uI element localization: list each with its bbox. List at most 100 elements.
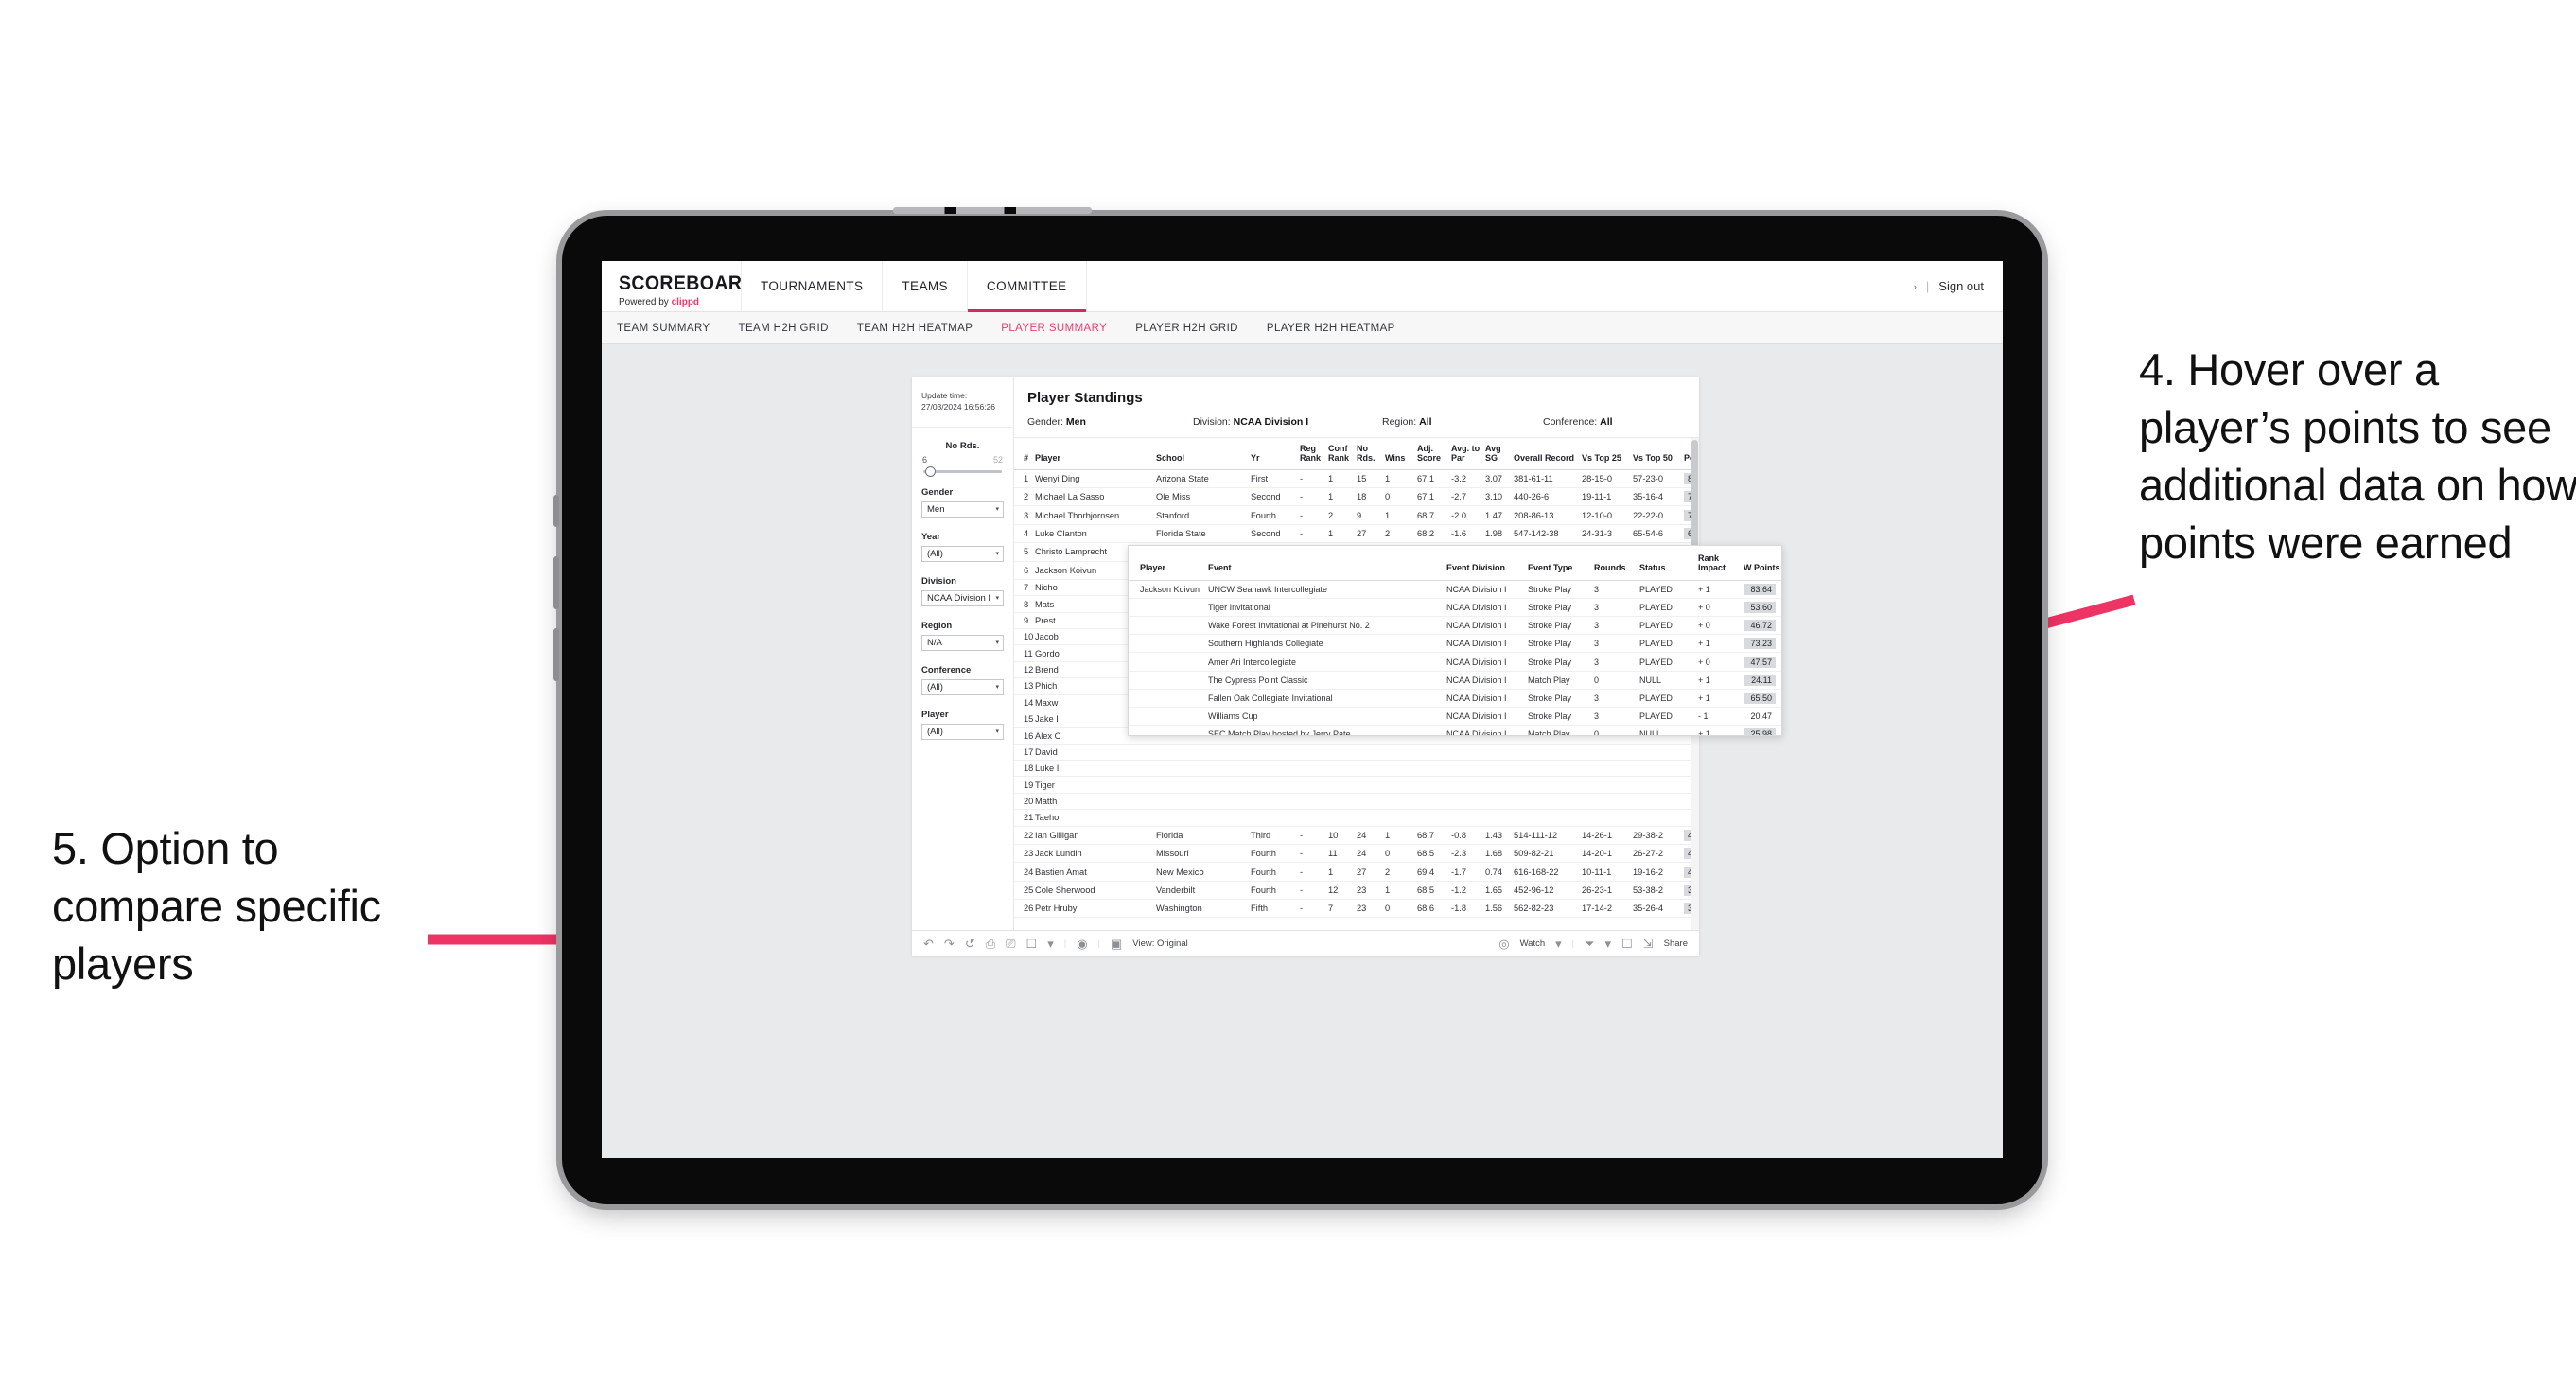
sub-nav-team-h2h-grid[interactable]: TEAM H2H GRID	[739, 323, 829, 334]
filter-conference-select[interactable]: (All) ▾	[921, 678, 1004, 695]
table-row[interactable]: 1 Wenyi Ding Arizona State First -1 15 1 67.1 -3…	[1014, 469, 1699, 489]
player-standings-card: Update time: 27/03/2024 16:56:26 No Rds.…	[912, 377, 1782, 956]
col-avg-sg[interactable]: Avg SG	[1485, 438, 1514, 470]
sign-out-link[interactable]: Sign out	[1938, 279, 1984, 293]
revert-icon[interactable]: ↺	[965, 938, 975, 950]
meta-conference-label: Conference:	[1543, 416, 1598, 428]
top-nav-committee[interactable]: COMMITTEE	[967, 261, 1087, 312]
cell-player: Wenyi Ding	[1035, 469, 1156, 489]
pause-updates-icon[interactable]: ⎚	[1006, 938, 1015, 950]
no-rounds-slider-thumb[interactable]	[925, 465, 936, 477]
col-overall-record[interactable]: Overall Record	[1514, 438, 1582, 470]
toolbar-right-group: ◎ Watch ▾ | ⏷ ▾ ☐ ⇲ Share	[1498, 938, 1688, 950]
table-row[interactable]: 17 David	[1014, 744, 1699, 762]
sub-nav-player-summary[interactable]: PLAYER SUMMARY	[1001, 323, 1107, 334]
viz-body: Update time: 27/03/2024 16:56:26 No Rds.…	[912, 377, 1782, 930]
fullscreen-icon[interactable]: ☐	[1621, 938, 1633, 950]
no-rounds-slider-track[interactable]	[923, 465, 1002, 477]
watch-icon[interactable]: ◎	[1498, 938, 1509, 950]
custom-views-icon[interactable]: ◉	[1077, 938, 1087, 950]
sub-nav-team-h2h-heatmap[interactable]: TEAM H2H HEATMAP	[857, 323, 973, 334]
table-row[interactable]: 26 Petr Hruby Washington Fifth -7 23 0 68.6 -1.8…	[1014, 899, 1699, 919]
tt-cell-rounds: 3	[1594, 652, 1639, 672]
filter-gender: Gender Men ▾	[912, 473, 1013, 518]
cell-conf: 7	[1328, 899, 1357, 919]
cell-n: 11	[1014, 644, 1035, 662]
cell-yr	[1251, 793, 1300, 811]
table-row[interactable]: 23 Jack Lundin Missouri Fourth -11 24 0 68.5 -2.…	[1014, 844, 1699, 864]
cell-player: Michael Thorbjornsen	[1035, 505, 1156, 525]
undo-icon[interactable]: ↶	[923, 938, 934, 950]
col-player[interactable]: Player	[1035, 438, 1156, 470]
watch-label[interactable]: Watch	[1520, 939, 1546, 949]
cell-par	[1451, 760, 1485, 778]
col-adj-score[interactable]: Adj. Score	[1417, 438, 1451, 470]
sub-nav-player-h2h-grid[interactable]: PLAYER H2H GRID	[1135, 323, 1238, 334]
col-wins[interactable]: Wins	[1385, 438, 1417, 470]
col-conf-rank[interactable]: Conf Rank	[1328, 438, 1357, 470]
cell-par: -0.8	[1451, 826, 1485, 845]
tt-cell-type: Stroke Play	[1528, 707, 1594, 727]
top-nav-teams[interactable]: TEAMS	[883, 261, 968, 311]
tt-cell-type: Match Play	[1528, 671, 1594, 690]
sub-nav-player-h2h-heatmap[interactable]: PLAYER H2H HEATMAP	[1267, 323, 1395, 334]
view-original-label[interactable]: View: Original	[1132, 939, 1187, 949]
filter-division-select[interactable]: NCAA Division I ▾	[921, 589, 1004, 606]
chevron-down-icon[interactable]: ▾	[1605, 938, 1612, 950]
col-vs-top-25[interactable]: Vs Top 25	[1582, 438, 1633, 470]
col-vs-top-50[interactable]: Vs Top 50	[1633, 438, 1684, 470]
table-row[interactable]: 20 Matth	[1014, 793, 1699, 811]
top-nav-teams-label: TEAMS	[902, 279, 948, 293]
share-label[interactable]: Share	[1664, 939, 1688, 949]
meta-gender: Gender: Men	[1027, 416, 1193, 428]
col-rank[interactable]: #	[1014, 438, 1035, 470]
cell-n: 16	[1014, 727, 1035, 745]
w-points-chip: 53.60	[1744, 601, 1776, 613]
table-row[interactable]: 21 Taeho	[1014, 809, 1699, 827]
cell-rec: 452-96-12	[1514, 881, 1582, 901]
table-row[interactable]: 4 Luke Clanton Florida State Second -1 27 2 68.…	[1014, 524, 1699, 544]
share-icon[interactable]: ⇲	[1643, 938, 1654, 950]
col-yr[interactable]: Yr	[1251, 438, 1300, 470]
chevron-down-icon[interactable]: ▾	[1047, 938, 1054, 950]
view-original-icon[interactable]: ☐	[1026, 938, 1038, 950]
chevron-right-icon[interactable]: ›	[1914, 282, 1917, 291]
cell-conf	[1328, 809, 1357, 827]
filter-region-select[interactable]: N/A ▾	[921, 634, 1004, 651]
filter-gender-select[interactable]: Men ▾	[921, 500, 1004, 518]
cell-adj: 68.5	[1417, 844, 1451, 864]
redo-icon[interactable]: ↷	[944, 938, 955, 950]
table-row[interactable]: 3 Michael Thorbjornsen Stanford Fourth -2 9 1 6…	[1014, 505, 1699, 525]
w-points-chip: 20.47	[1750, 711, 1772, 722]
cell-par: -2.3	[1451, 844, 1485, 864]
refresh-icon[interactable]: ⎙	[986, 938, 995, 950]
filter-player-select[interactable]: (All) ▾	[921, 723, 1004, 740]
cell-school: New Mexico	[1156, 862, 1251, 882]
cell-wins	[1385, 744, 1417, 762]
filter-year-select[interactable]: (All) ▾	[921, 545, 1004, 562]
sub-nav-team-summary[interactable]: TEAM SUMMARY	[617, 323, 710, 334]
filter-region-label: Region	[921, 620, 953, 631]
table-row[interactable]: 24 Bastien Amat New Mexico Fourth -1 27 2 69.4-…	[1014, 862, 1699, 882]
cell-t50: 19-16-2	[1633, 862, 1684, 882]
col-reg-rank[interactable]: Reg Rank	[1300, 438, 1328, 470]
col-school[interactable]: School	[1156, 438, 1251, 470]
viz-main: Player Standings Gender: Men Division: N…	[1014, 377, 1782, 930]
col-avg-to-par[interactable]: Avg. to Par	[1451, 438, 1485, 470]
table-row[interactable]: 25 Cole Sherwood Vanderbilt Fourth -12 23 1 68.…	[1014, 881, 1699, 901]
header-divider: |	[1925, 279, 1930, 293]
table-row[interactable]: 18 Luke I	[1014, 760, 1699, 778]
cell-player: Luke Clanton	[1035, 524, 1156, 544]
cell-yr: Second	[1251, 524, 1300, 544]
table-row[interactable]: 2 Michael La Sasso Ole Miss Second -1 18 0 67.1…	[1014, 487, 1699, 507]
chevron-down-icon[interactable]: ▾	[1555, 938, 1562, 950]
table-row[interactable]: 19 Tiger	[1014, 776, 1699, 794]
cell-t25	[1582, 760, 1633, 778]
col-no-rds[interactable]: No Rds.	[1357, 438, 1385, 470]
top-nav-tournaments[interactable]: TOURNAMENTS	[742, 261, 884, 311]
cell-nrds: 15	[1357, 469, 1385, 489]
table-row[interactable]: 22 Ian Gilligan Florida Third -10 24 1 68.7 -0.8…	[1014, 826, 1699, 845]
download-icon[interactable]: ⏷	[1585, 938, 1594, 950]
vertical-scrollbar-thumb[interactable]	[1691, 440, 1698, 553]
brand-logo[interactable]: SCOREBOARD Powered by clippd	[602, 261, 755, 311]
